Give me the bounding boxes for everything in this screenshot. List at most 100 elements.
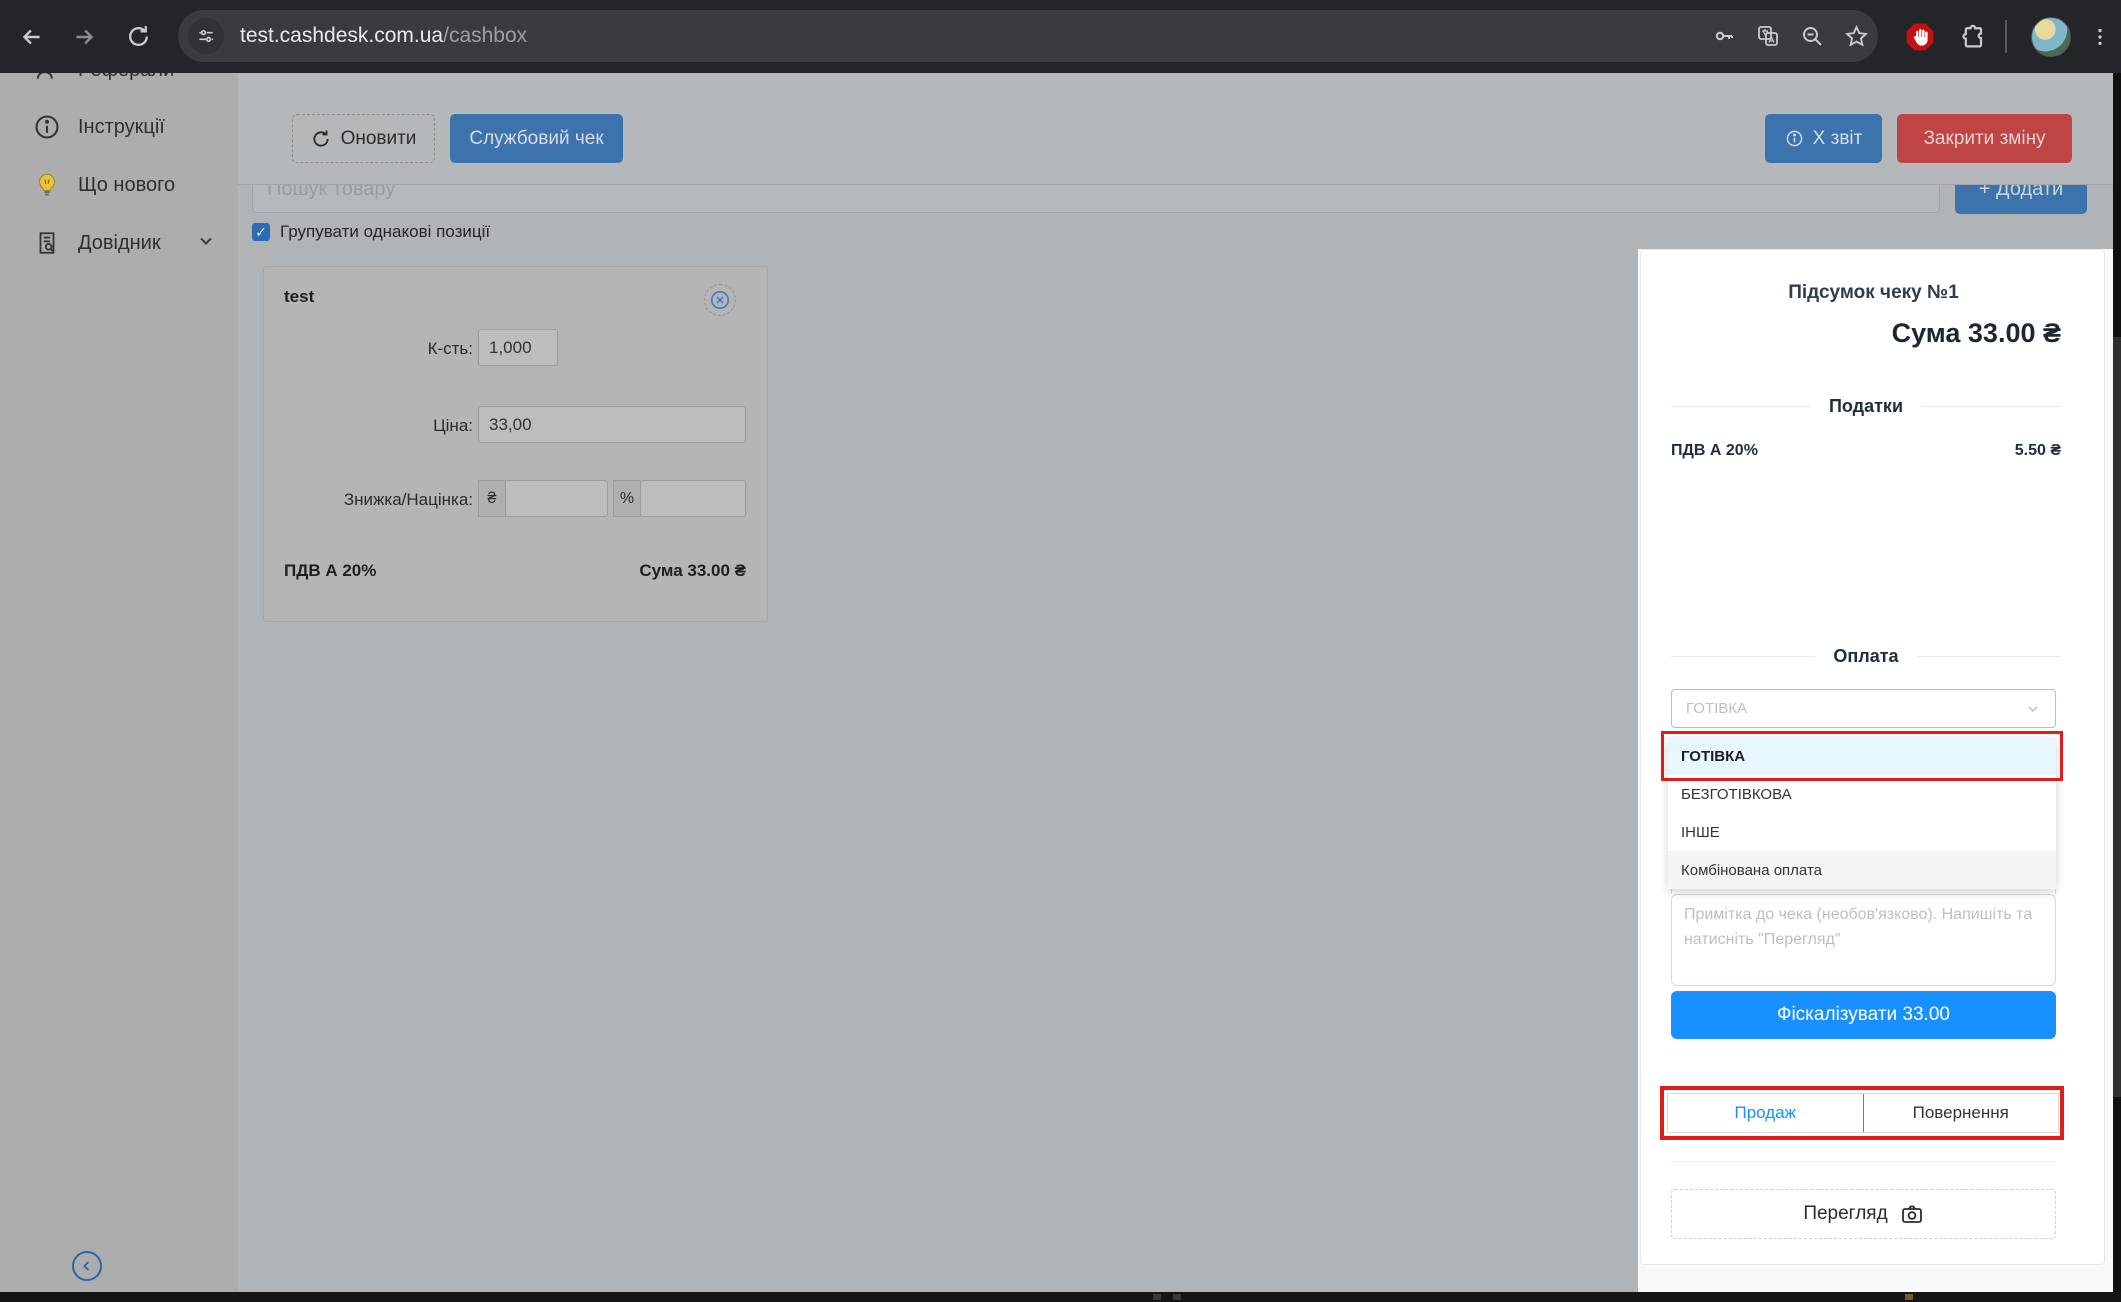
x-report-label: Х звіт [1813,128,1863,150]
site-settings-icon [196,26,216,46]
price-input[interactable] [478,406,746,443]
discount-label: Знижка/Націнка: [264,490,473,510]
payment-option-combined[interactable]: Комбінована оплата [1668,851,2056,889]
payment-option-cash[interactable]: ГОТІВКА [1668,737,2056,775]
product-name: test [284,287,314,307]
sidebar-item-instructions[interactable]: Інструкції [0,105,238,149]
sidebar-item-label: Довідник [78,232,161,255]
translate-icon[interactable] [1746,24,1790,48]
payment-option-label: ІНШЕ [1681,824,1720,841]
refresh-icon [311,129,331,149]
site-info-button[interactable] [188,18,224,54]
sidebar-item-whats-new[interactable]: Що нового [0,163,238,207]
payment-select-value: ГОТІВКА [1686,700,2025,717]
browser-reload-button[interactable] [118,0,158,73]
qty-label: К-сть: [264,339,473,359]
screen: Реферали Інструкції Що нового [0,0,2121,1302]
info-circle-icon [1785,129,1804,148]
receipt-total: Сума 33.00 ₴ [1641,318,2061,349]
sidebar-item-label: Що нового [78,174,175,197]
cashbox-toolbar: Оновити Службовий чек Х звіт Закрити змі… [238,73,2121,185]
fiscalize-label: Фіскалізувати 33.00 [1777,1004,1950,1026]
taskbar-edge [0,1292,2121,1302]
scrollbar-thumb[interactable] [2113,337,2121,1097]
close-shift-label: Закрити зміну [1923,128,2045,150]
refresh-button[interactable]: Оновити [292,114,435,163]
service-receipt-label: Службовий чек [469,128,603,150]
tab-return[interactable]: Повернення [1864,1094,2059,1132]
camera-icon [1900,1202,1924,1226]
payment-method-select[interactable]: ГОТІВКА [1671,689,2056,728]
extensions-puzzle-icon[interactable] [1952,0,1996,73]
discount-currency-input[interactable] [505,480,608,517]
tax-value: 5.50 ₴ [2015,442,2061,460]
receipt-title: Підсумок чеку №1 [1641,282,2106,304]
payment-option-cashless[interactable]: БЕЗГОТІВКОВА [1668,775,2056,813]
panel-divider [1671,1161,2056,1162]
x-report-button[interactable]: Х звіт [1765,114,1882,163]
taskbar-icon-sliver [1173,1294,1181,1300]
sidebar-collapse-button[interactable] [72,1251,102,1281]
url-text: test.cashdesk.com.ua/cashbox [240,24,1702,48]
price-label: Ціна: [264,416,473,436]
arrow-left-icon [19,24,45,50]
zoom-out-icon[interactable] [1790,24,1834,48]
bookmark-star-icon[interactable] [1834,24,1878,49]
browser-back-button[interactable] [12,0,52,73]
group-positions-checkbox[interactable]: ✓ [252,223,270,241]
close-shift-button[interactable]: Закрити зміну [1897,114,2072,163]
page-scrollbar[interactable] [2113,73,2121,1292]
chevron-down-icon [196,231,216,256]
taxes-header: Податки [1671,396,2061,417]
adblock-extension-icon[interactable] [1898,0,1942,73]
sidebar: Реферали Інструкції Що нового [0,0,238,1292]
arrow-right-icon [71,24,97,50]
toolbar-divider [2005,20,2007,53]
url-host: test.cashdesk.com.ua [240,24,443,47]
payment-option-label: БЕЗГОТІВКОВА [1681,786,1792,803]
payment-header-label: Оплата [1833,646,1898,667]
payment-header: Оплата [1671,646,2061,667]
group-positions-label: Групувати однакові позиції [280,222,490,242]
browser-toolbar: test.cashdesk.com.ua/cashbox [0,0,2121,73]
url-path: /cashbox [443,24,527,47]
fiscalize-button[interactable]: Фіскалізувати 33.00 [1671,991,2056,1039]
taskbar-icon-sliver [1153,1294,1161,1300]
three-dots-icon [2089,26,2111,48]
payment-option-label: Комбінована оплата [1681,862,1822,879]
service-receipt-button[interactable]: Службовий чек [450,114,623,163]
browser-menu-button[interactable] [2082,0,2118,73]
tax-name: ПДВ А 20% [1671,442,1758,460]
remove-product-button[interactable] [704,284,736,316]
payment-option-label: ГОТІВКА [1681,748,1745,765]
tax-row: ПДВ А 20% 5.50 ₴ [1671,442,2061,460]
profile-avatar[interactable] [2028,0,2074,73]
refresh-label: Оновити [341,128,417,150]
browser-forward-button[interactable] [64,0,104,73]
password-key-icon[interactable] [1702,24,1746,48]
qty-input[interactable] [478,329,558,366]
info-circle-icon [32,112,62,142]
payment-method-dropdown: ГОТІВКА БЕЗГОТІВКОВА ІНШЕ Комбінована оп… [1668,737,2056,889]
discount-percent-prefix: % [613,480,641,517]
taskbar-icon-sliver [1905,1294,1913,1300]
sidebar-item-label: Інструкції [78,116,165,139]
reload-icon [126,24,151,49]
receipt-note-textarea[interactable] [1671,894,2056,986]
preview-button[interactable]: Перегляд [1671,1189,2056,1239]
discount-currency-prefix: ₴ [478,480,506,517]
chevron-down-icon [2025,701,2041,717]
taxes-header-label: Податки [1829,396,1903,417]
sidebar-item-directory[interactable]: Довідник [0,221,238,265]
product-card: test К-сть: Ціна: Знижка/Націнка: ₴ % ПД… [263,266,768,622]
document-search-icon [32,228,62,258]
tab-sale-label: Продаж [1734,1103,1796,1123]
tab-sale[interactable]: Продаж [1668,1094,1864,1132]
operation-tabs: Продаж Повернення [1667,1093,2059,1133]
preview-label: Перегляд [1803,1203,1887,1225]
discount-percent-input[interactable] [640,480,746,517]
tab-return-label: Повернення [1913,1103,2009,1123]
browser-address-bar[interactable]: test.cashdesk.com.ua/cashbox [178,10,1878,62]
chevron-left-icon [79,1258,95,1274]
payment-option-other[interactable]: ІНШЕ [1668,813,2056,851]
